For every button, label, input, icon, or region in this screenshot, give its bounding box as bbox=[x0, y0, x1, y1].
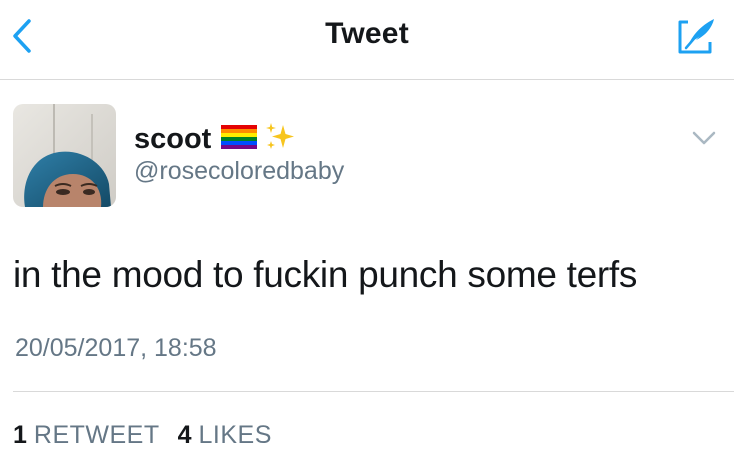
rainbow-flag-icon bbox=[219, 124, 259, 155]
compose-tweet-icon bbox=[678, 19, 714, 54]
author-name-row[interactable]: scoot bbox=[134, 122, 301, 156]
likes-count: 4 bbox=[177, 421, 192, 449]
likes-stat[interactable]: 4 LIKES bbox=[178, 421, 272, 450]
tweet-detail-screen: Tweet scoot @rosecoloredbaby in the mood… bbox=[0, 0, 734, 474]
tweet-text: in the mood to fuckin punch some terfs bbox=[13, 254, 638, 295]
divider bbox=[13, 391, 734, 392]
chevron-down-icon bbox=[692, 131, 716, 145]
avatar-photo bbox=[13, 104, 116, 207]
navigation-bar: Tweet bbox=[0, 0, 734, 80]
retweets-stat[interactable]: 1 RETWEET bbox=[13, 421, 160, 450]
likes-label: LIKES bbox=[198, 421, 272, 449]
retweets-label: RETWEET bbox=[33, 421, 160, 449]
compose-tweet-button[interactable] bbox=[672, 12, 720, 60]
avatar[interactable] bbox=[13, 104, 116, 207]
page-title: Tweet bbox=[325, 17, 409, 50]
sparkles-icon bbox=[263, 121, 297, 158]
tweet-stats: 1 RETWEET 4 LIKES bbox=[13, 421, 290, 450]
retweets-count: 1 bbox=[13, 421, 27, 449]
display-name: scoot bbox=[134, 122, 212, 155]
tweet-timestamp: 20/05/2017, 18:58 bbox=[15, 334, 217, 362]
user-handle[interactable]: @rosecoloredbaby bbox=[134, 157, 344, 186]
tweet-options-button[interactable] bbox=[690, 124, 718, 152]
